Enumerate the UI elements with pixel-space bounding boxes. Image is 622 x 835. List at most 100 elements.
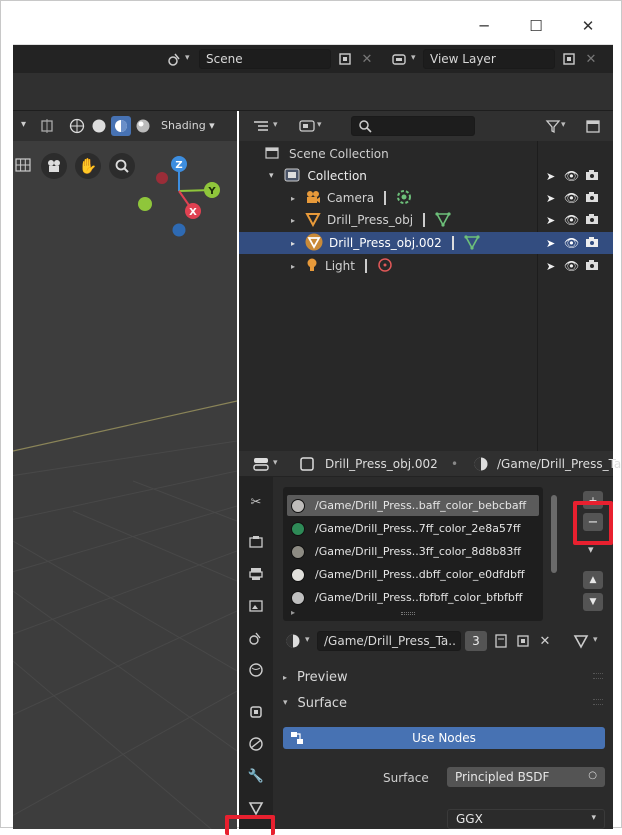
scroll-arrow-icon[interactable]: ▸ [291,608,295,617]
preview-panel-header[interactable]: ▸ Preview [283,665,605,689]
slot-list-scrollbar[interactable] [551,495,557,573]
3d-viewport[interactable]: ▾ Shading ▾ ✋ Z Y X [13,111,237,829]
mesh-data-icon[interactable] [435,211,451,230]
delete-view-layer-icon[interactable]: ✕ [581,49,601,69]
outliner-row-camera[interactable]: ▸ Camera ➤ 👁 [239,187,613,209]
new-view-layer-icon[interactable] [559,49,579,69]
link-mode-icon[interactable] [571,631,591,651]
render-camera-icon[interactable] [585,259,599,274]
object-tab-icon[interactable] [245,701,267,723]
material-slot-list[interactable]: /Game/Drill_Press..baff_color_bebcbaff /… [283,487,543,621]
modifier-wrench-icon[interactable]: 🔧 [245,765,267,787]
selectable-icon[interactable]: ➤ [546,260,555,273]
wireframe-shading-icon[interactable] [67,116,87,136]
divider [451,236,454,250]
distribution-selector[interactable]: GGX ▾ [447,809,605,829]
expand-arrow-icon[interactable]: ▸ [291,239,295,248]
specials-menu-icon[interactable]: ▾ [588,543,594,556]
minimize-button[interactable]: ─ [461,9,507,43]
display-mode-icon[interactable] [251,116,271,136]
expand-arrow-icon[interactable]: ▸ [291,194,295,203]
tool-tab-icon[interactable]: ✂ [245,491,267,513]
camera-view-icon[interactable] [41,153,67,179]
unlink-material-icon[interactable]: ✕ [535,631,555,651]
visibility-eye-icon[interactable]: 👁 [564,236,579,250]
selectable-icon[interactable]: ➤ [546,237,555,250]
selectable-icon[interactable]: ➤ [546,214,555,227]
output-tab-icon[interactable] [245,563,267,585]
scene-field[interactable]: Scene [199,49,331,69]
view-layer-tab-icon[interactable] [245,595,267,617]
remove-material-slot-button[interactable]: − [583,513,603,531]
material-color-swatch [291,498,305,513]
render-camera-icon[interactable] [585,169,599,184]
scene-tab-icon[interactable] [245,627,267,649]
material-preview-icon[interactable] [111,116,131,136]
shading-menu[interactable]: Shading ▾ [161,119,215,132]
filter-view-icon[interactable] [297,116,317,136]
outliner-search-input[interactable] [351,116,475,136]
outliner-row-drill-press-obj[interactable]: ▸ Drill_Press_obj ➤ 👁 [239,209,613,231]
material-slot[interactable]: /Game/Drill_Press..baff_color_bebcbaff [287,495,539,516]
outliner-row-light[interactable]: ▸ Light ➤ 👁 [239,255,613,277]
gizmo-toggle-icon[interactable] [37,116,57,136]
visibility-eye-icon[interactable]: 👁 [564,191,579,205]
outliner-row-drill-press-obj-002[interactable]: ▸ Drill_Press_obj.002 ➤ 👁 [239,232,613,254]
visibility-eye-icon[interactable]: 👁 [564,213,579,227]
surface-shader-selector[interactable]: Principled BSDF ○ [447,767,605,787]
mesh-data-icon[interactable] [464,234,480,253]
panel-drag-grip[interactable] [593,699,603,705]
user-count-button[interactable]: 3 [465,631,487,651]
rendered-shading-icon[interactable] [133,116,153,136]
zoom-icon[interactable] [109,153,135,179]
selectable-icon[interactable]: ➤ [546,170,555,183]
view-layer-icon[interactable] [389,49,409,69]
close-button[interactable]: ✕ [565,9,611,43]
resize-grip[interactable] [401,612,415,615]
solid-shading-icon[interactable] [89,116,109,136]
move-slot-up-button[interactable]: ▲ [583,571,603,589]
world-tab-icon[interactable] [245,659,267,681]
expand-arrow-icon[interactable]: ▾ [269,171,274,181]
material-slot[interactable]: /Game/Drill_Press..fbfbff_color_bfbfbff [287,587,539,608]
grid-view-icon[interactable] [13,155,33,175]
material-color-swatch [291,544,305,559]
render-camera-icon[interactable] [585,236,599,251]
chevron-down-icon[interactable]: ▾ [21,119,26,130]
new-scene-icon[interactable] [335,49,355,69]
axis-gizmo[interactable]: Z Y X [133,151,237,241]
material-slot[interactable]: /Game/Drill_Press..7ff_color_2e8a57ff [287,518,539,539]
new-material-icon[interactable] [513,631,533,651]
render-tab-icon[interactable] [245,531,267,553]
selectable-icon[interactable]: ➤ [546,192,555,205]
expand-arrow-icon[interactable]: ▸ [291,262,295,271]
render-camera-icon[interactable] [585,191,599,206]
browse-material-icon[interactable] [283,631,303,651]
surface-panel-header[interactable]: ▾ Surface [283,691,605,715]
material-slot[interactable]: /Game/Drill_Press..dbff_color_e0dfdbff [287,564,539,585]
outliner-row-collection[interactable]: ▾ Collection ➤ 👁 [239,165,613,187]
pan-hand-icon[interactable]: ✋ [75,153,101,179]
visibility-eye-icon[interactable]: 👁 [564,259,579,273]
visibility-eye-icon[interactable]: 👁 [564,169,579,183]
material-slot[interactable]: /Game/Drill_Press..3ff_color_8d8b83ff [287,541,539,562]
use-nodes-button[interactable]: Use Nodes [283,727,605,749]
view-layer-field[interactable]: View Layer [423,49,555,69]
fake-user-icon[interactable] [491,631,511,651]
new-collection-icon[interactable] [583,116,603,136]
delete-scene-icon[interactable]: ✕ [357,49,377,69]
expand-arrow-icon[interactable]: ▸ [291,216,295,225]
material-name-field[interactable]: /Game/Drill_Press_Ta.. [317,631,461,651]
camera-data-icon[interactable] [396,189,412,208]
editor-type-icon[interactable] [251,454,271,474]
filter-icon[interactable] [543,116,563,136]
scene-icon[interactable] [165,49,185,69]
move-slot-down-button[interactable]: ▼ [583,593,603,611]
outliner-row-scene-collection[interactable]: Scene Collection [239,143,613,165]
maximize-button[interactable]: ☐ [513,9,559,43]
light-data-icon[interactable] [377,257,393,276]
panel-drag-grip[interactable] [593,673,603,679]
physics-tab-icon[interactable] [245,733,267,755]
material-name: /Game/Drill_Press_Ta.. [324,634,456,648]
render-camera-icon[interactable] [585,213,599,228]
